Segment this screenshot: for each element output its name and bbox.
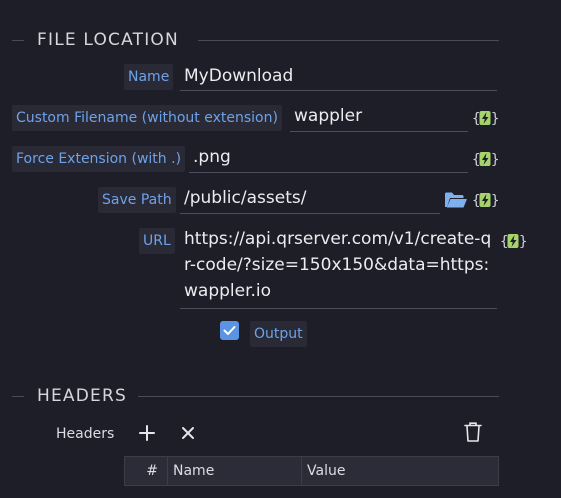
headers-section-header: HEADERS [12,386,499,408]
save-path-input[interactable]: /public/assets/ [180,184,440,214]
section-title: FILE LOCATION [37,30,179,50]
divider [138,396,499,397]
svg-text:{: { [472,111,480,127]
headers-table-header: # Name Value [124,456,499,486]
divider [12,40,24,41]
force-extension-input[interactable]: .png [189,143,468,173]
url-label: URL [139,228,175,254]
custom-filename-label: Custom Filename (without extension) [12,105,282,131]
lightning-icon: { } [472,152,498,168]
lightning-icon: { } [500,234,526,250]
output-label[interactable]: Output [250,321,307,347]
dynamic-data-button[interactable]: { } [500,230,526,252]
plus-icon [139,425,155,441]
column-header-name[interactable]: Name [168,457,302,485]
svg-text:}: } [491,111,498,127]
force-extension-label: Force Extension (with .) [12,146,186,172]
svg-text:{: { [472,193,480,209]
divider [198,40,499,41]
folder-open-icon [445,192,467,208]
properties-panel: FILE LOCATION Name MyDownload Custom Fil… [0,0,561,498]
url-input[interactable]: https://api.qrserver.com/v1/create-qr-co… [180,226,497,309]
svg-text:{: { [500,234,508,250]
column-header-value[interactable]: Value [302,457,498,485]
custom-filename-input[interactable]: wappler [290,102,468,132]
svg-text:}: } [519,234,526,250]
x-icon [182,427,194,439]
dynamic-data-button[interactable]: { } [472,189,498,211]
file-location-header: FILE LOCATION [12,30,499,52]
name-input[interactable]: MyDownload [180,63,497,91]
add-header-button[interactable] [135,421,159,445]
browse-folder-button[interactable] [444,189,468,211]
save-path-label: Save Path [98,187,176,213]
svg-text:{: { [472,152,480,168]
section-title: HEADERS [37,386,127,406]
delete-headers-button[interactable] [461,420,485,444]
lightning-icon: { } [472,193,498,209]
output-checkbox[interactable] [220,321,239,340]
lightning-icon: { } [472,111,498,127]
svg-text:}: } [491,193,498,209]
remove-header-button[interactable] [176,421,200,445]
headers-label: Headers [56,426,115,442]
trash-icon [464,422,482,442]
divider [12,396,24,397]
dynamic-data-button[interactable]: { } [472,148,498,170]
column-header-index[interactable]: # [125,457,168,485]
dynamic-data-button[interactable]: { } [472,107,498,129]
name-label: Name [124,64,174,90]
check-icon [223,326,236,335]
svg-text:}: } [491,152,498,168]
